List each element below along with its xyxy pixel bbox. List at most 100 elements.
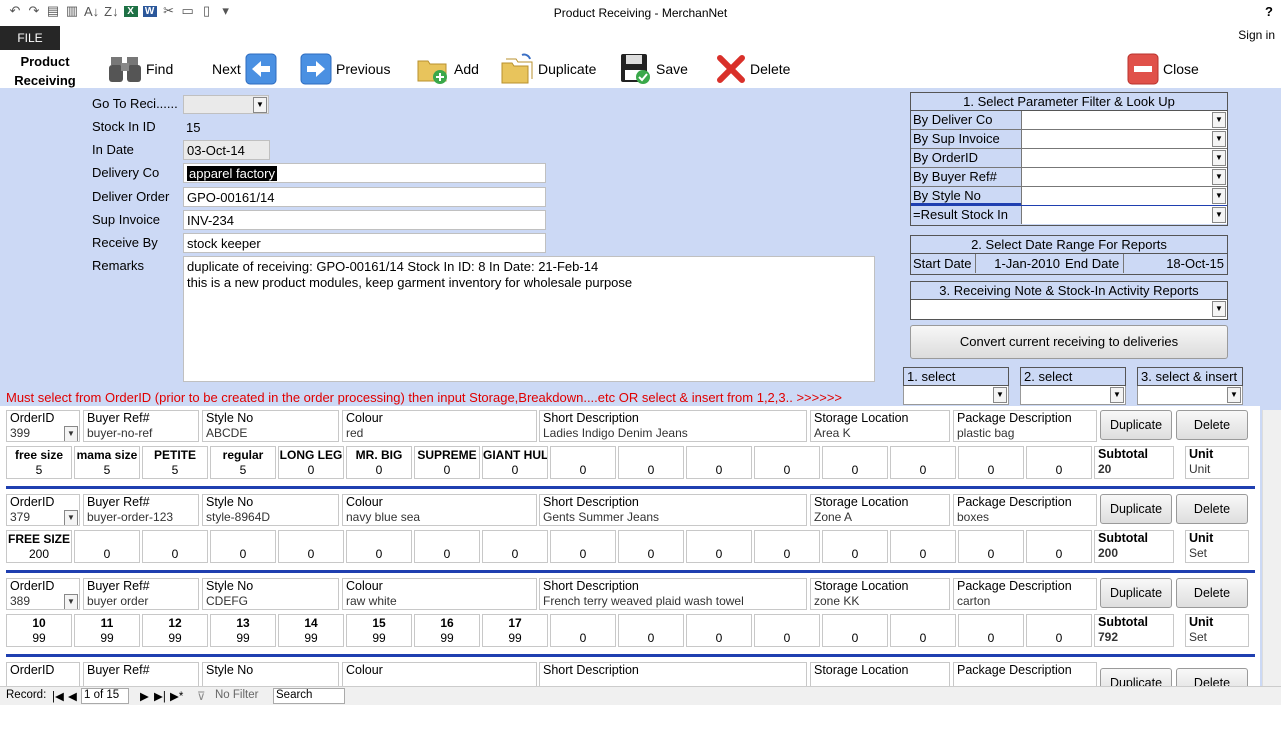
size-cell[interactable]: 0 [1026,446,1092,479]
package-cell[interactable]: Package Description carton [953,578,1097,610]
size-cell[interactable]: 0 [74,530,140,563]
size-cell[interactable]: 0 [822,614,888,647]
sign-in-link[interactable]: Sign in [1238,28,1275,42]
vertical-scrollbar[interactable] [1262,410,1281,686]
size-qty[interactable]: 0 [551,463,615,478]
storage-cell[interactable]: Storage Location zone KK [810,578,950,610]
size-cell[interactable]: 0 [550,614,616,647]
row-duplicate-button[interactable]: Duplicate [1100,494,1172,524]
size-qty[interactable]: 0 [483,547,547,562]
size-cell[interactable]: free size 5 [6,446,72,479]
chevron-down-icon[interactable]: ▼ [1212,169,1226,185]
size-cell[interactable]: 0 [142,530,208,563]
storage-value[interactable]: zone KK [811,594,949,609]
receive-by-field[interactable]: stock keeper [183,233,546,253]
size-qty[interactable]: 0 [1027,547,1091,562]
size-qty[interactable]: 0 [755,631,819,646]
storage-value[interactable]: Zone A [811,510,949,525]
size-cell[interactable]: 0 [754,446,820,479]
order-id-cell[interactable]: OrderID 399 ▼ [6,410,80,442]
size-qty[interactable]: 0 [959,547,1023,562]
chevron-down-icon[interactable]: ▼ [1212,131,1226,147]
size-cell[interactable]: 0 [686,614,752,647]
new-record-icon[interactable]: ▶* [170,689,183,703]
filter-buyer-ref-combo[interactable]: ▼ [1021,168,1227,186]
size-qty[interactable]: 0 [347,547,411,562]
unit-value[interactable]: Unit [1186,462,1248,477]
subtotal-cell[interactable]: Subtotal 20 [1094,446,1174,479]
size-qty[interactable]: 0 [823,547,887,562]
size-qty[interactable]: 99 [211,631,275,646]
size-cell[interactable]: 0 [618,614,684,647]
order-id-cell[interactable]: OrderID 379 ▼ [6,494,80,526]
size-cell[interactable]: 0 [1026,530,1092,563]
chevron-down-icon[interactable]: ▼ [253,97,267,113]
package-value[interactable]: carton [954,594,1096,609]
in-date-field[interactable]: 03-Oct-14 [183,140,270,160]
size-cell[interactable]: 0 [686,530,752,563]
row-delete-button[interactable]: Delete [1176,578,1248,608]
colour-value[interactable]: red [343,426,536,441]
no-filter-button[interactable]: No Filter [215,689,258,701]
size-cell[interactable]: 0 [550,446,616,479]
unit-value[interactable]: Set [1186,630,1248,645]
size-qty[interactable]: 0 [823,631,887,646]
duplicate-button[interactable]: Duplicate [500,50,596,88]
size-cell[interactable]: 0 [822,446,888,479]
size-qty[interactable]: 0 [891,631,955,646]
size-cell[interactable]: regular 5 [210,446,276,479]
size-cell[interactable]: 14 99 [278,614,344,647]
add-button[interactable]: Add [416,50,479,88]
end-date-field[interactable]: 18-Oct-15 [1123,254,1227,273]
size-qty[interactable]: 99 [75,631,139,646]
size-qty[interactable]: 99 [7,631,71,646]
size-qty[interactable]: 99 [415,631,479,646]
size-qty[interactable]: 0 [619,547,683,562]
size-cell[interactable]: MR. BIG 0 [346,446,412,479]
style-no-value[interactable]: ABCDE [203,426,338,441]
short-desc-cell[interactable]: Short Description Ladies Indigo Denim Jea… [539,410,807,442]
next-button[interactable]: Next [212,50,277,88]
size-qty[interactable]: 5 [211,463,275,478]
size-qty[interactable]: 0 [755,547,819,562]
chevron-down-icon[interactable]: ▼ [1212,301,1226,317]
style-no-cell[interactable]: Style No style-8964D [202,494,339,526]
row-duplicate-button[interactable]: Duplicate [1100,578,1172,608]
size-qty[interactable]: 5 [75,463,139,478]
size-qty[interactable]: 5 [7,463,71,478]
size-cell[interactable]: 0 [822,530,888,563]
size-qty[interactable]: 0 [551,631,615,646]
reports-combo[interactable]: ▼ [911,300,1227,319]
buyer-ref-cell[interactable]: Buyer Ref# buyer-no-ref [83,410,199,442]
size-qty[interactable]: 0 [755,463,819,478]
subtotal-cell[interactable]: Subtotal 200 [1094,530,1174,563]
size-qty[interactable]: 99 [483,631,547,646]
select-3-combo[interactable]: ▼ [1137,386,1243,405]
record-position-field[interactable]: 1 of 15 [81,688,129,704]
size-qty[interactable]: 0 [687,463,751,478]
unit-value[interactable]: Set [1186,546,1248,561]
chevron-down-icon[interactable]: ▼ [1212,188,1226,204]
package-cell[interactable]: Package Description plastic bag [953,410,1097,442]
size-cell[interactable]: 0 [686,446,752,479]
row-delete-button[interactable]: Delete [1176,410,1248,440]
size-qty[interactable]: 0 [483,463,547,478]
storage-cell[interactable]: Storage Location Area K [810,410,950,442]
short-desc-value[interactable]: French terry weaved plaid wash towel [540,594,806,609]
prev-record-icon[interactable]: ◀ [68,689,77,703]
size-qty[interactable]: 0 [279,547,343,562]
start-date-field[interactable]: 1-Jan-2010 [975,254,1063,273]
package-value[interactable]: plastic bag [954,426,1096,441]
size-cell[interactable]: 15 99 [346,614,412,647]
size-cell[interactable]: 0 [958,530,1024,563]
row-duplicate-button[interactable]: Duplicate [1100,410,1172,440]
subtotal-value[interactable]: 200 [1095,546,1173,561]
size-qty[interactable]: 0 [823,463,887,478]
size-cell[interactable]: 0 [550,530,616,563]
size-qty[interactable]: 0 [143,547,207,562]
result-stock-in-combo[interactable]: ▼ [1021,206,1227,224]
size-qty[interactable]: 0 [619,631,683,646]
size-qty[interactable]: 0 [551,547,615,562]
short-desc-value[interactable]: Ladies Indigo Denim Jeans [540,426,806,441]
size-cell[interactable]: 16 99 [414,614,480,647]
